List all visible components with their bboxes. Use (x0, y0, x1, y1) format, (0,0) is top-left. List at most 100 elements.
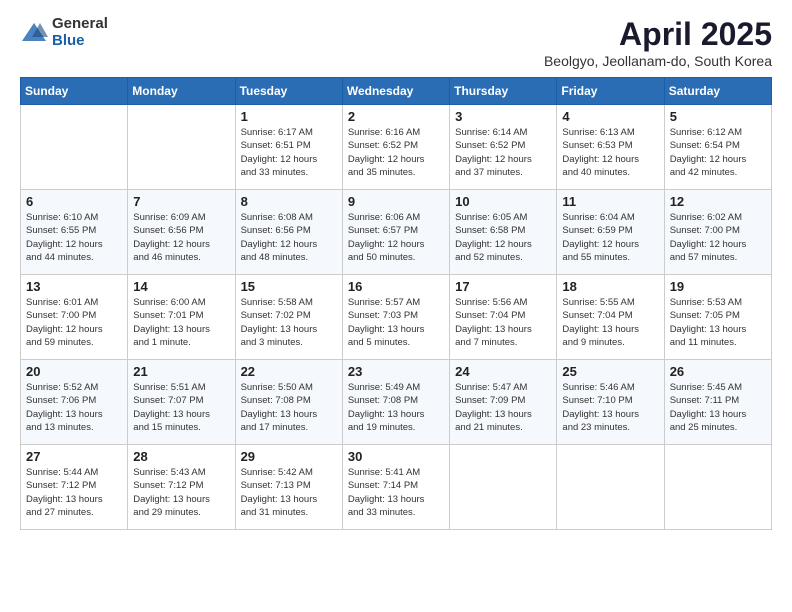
day-info: Sunrise: 6:08 AMSunset: 6:56 PMDaylight:… (241, 211, 337, 264)
day-info: Sunrise: 6:13 AMSunset: 6:53 PMDaylight:… (562, 126, 658, 179)
calendar-cell: 2 Sunrise: 6:16 AMSunset: 6:52 PMDaylight… (342, 105, 449, 190)
header-day-saturday: Saturday (664, 78, 771, 105)
calendar-cell: 9 Sunrise: 6:06 AMSunset: 6:57 PMDaylight… (342, 190, 449, 275)
calendar-subtitle: Beolgyo, Jeollanam-do, South Korea (544, 53, 772, 69)
day-number: 5 (670, 109, 766, 124)
calendar-cell: 23 Sunrise: 5:49 AMSunset: 7:08 PMDayligh… (342, 360, 449, 445)
day-info: Sunrise: 6:16 AMSunset: 6:52 PMDaylight:… (348, 126, 444, 179)
logo-general-text: General (52, 16, 108, 33)
calendar-title: April 2025 (544, 16, 772, 53)
calendar-cell: 5 Sunrise: 6:12 AMSunset: 6:54 PMDaylight… (664, 105, 771, 190)
calendar-cell: 22 Sunrise: 5:50 AMSunset: 7:08 PMDayligh… (235, 360, 342, 445)
day-number: 15 (241, 279, 337, 294)
calendar-cell: 20 Sunrise: 5:52 AMSunset: 7:06 PMDayligh… (21, 360, 128, 445)
header-day-friday: Friday (557, 78, 664, 105)
day-number: 28 (133, 449, 229, 464)
calendar-cell: 10Sunrise: 6:05 AMSunset: 6:58 PMDayligh… (450, 190, 557, 275)
day-number: 6 (26, 194, 122, 209)
day-number: 7 (133, 194, 229, 209)
day-number: 29 (241, 449, 337, 464)
calendar-cell: 21Sunrise: 5:51 AMSunset: 7:07 PMDayligh… (128, 360, 235, 445)
day-number: 2 (348, 109, 444, 124)
day-number: 16 (348, 279, 444, 294)
calendar-cell (450, 445, 557, 530)
logo-text: General Blue (52, 16, 108, 49)
calendar-cell: 3Sunrise: 6:14 AMSunset: 6:52 PMDaylight… (450, 105, 557, 190)
header-day-monday: Monday (128, 78, 235, 105)
day-info: Sunrise: 6:04 AMSunset: 6:59 PMDaylight:… (562, 211, 658, 264)
header-day-thursday: Thursday (450, 78, 557, 105)
calendar-header: SundayMondayTuesdayWednesdayThursdayFrid… (21, 78, 772, 105)
day-info: Sunrise: 5:47 AMSunset: 7:09 PMDaylight:… (455, 381, 551, 434)
day-number: 13 (26, 279, 122, 294)
day-info: Sunrise: 6:10 AMSunset: 6:55 PMDaylight:… (26, 211, 122, 264)
calendar-cell (664, 445, 771, 530)
header-day-sunday: Sunday (21, 78, 128, 105)
calendar-cell: 27Sunrise: 5:44 AMSunset: 7:12 PMDayligh… (21, 445, 128, 530)
calendar-cell (557, 445, 664, 530)
day-number: 1 (241, 109, 337, 124)
calendar-cell: 11Sunrise: 6:04 AMSunset: 6:59 PMDayligh… (557, 190, 664, 275)
day-number: 20 (26, 364, 122, 379)
header-day-tuesday: Tuesday (235, 78, 342, 105)
day-number: 26 (670, 364, 766, 379)
calendar-cell: 19 Sunrise: 5:53 AMSunset: 7:05 PMDayligh… (664, 275, 771, 360)
day-info: Sunrise: 6:12 AMSunset: 6:54 PMDaylight:… (670, 126, 766, 179)
calendar-week-3: 13 Sunrise: 6:01 AMSunset: 7:00 PMDayligh… (21, 275, 772, 360)
day-info: Sunrise: 5:55 AMSunset: 7:04 PMDaylight:… (562, 296, 658, 349)
day-number: 23 (348, 364, 444, 379)
calendar-cell: 14Sunrise: 6:00 AMSunset: 7:01 PMDayligh… (128, 275, 235, 360)
day-info: Sunrise: 5:57 AMSunset: 7:03 PMDaylight:… (348, 296, 444, 349)
day-info: Sunrise: 5:49 AMSunset: 7:08 PMDaylight:… (348, 381, 444, 434)
logo: General Blue (20, 16, 108, 49)
calendar-cell: 25Sunrise: 5:46 AMSunset: 7:10 PMDayligh… (557, 360, 664, 445)
day-number: 30 (348, 449, 444, 464)
calendar-cell: 6 Sunrise: 6:10 AMSunset: 6:55 PMDaylight… (21, 190, 128, 275)
day-info: Sunrise: 5:53 AMSunset: 7:05 PMDaylight:… (670, 296, 766, 349)
day-info: Sunrise: 5:41 AMSunset: 7:14 PMDaylight:… (348, 466, 444, 519)
calendar-week-5: 27Sunrise: 5:44 AMSunset: 7:12 PMDayligh… (21, 445, 772, 530)
day-number: 8 (241, 194, 337, 209)
calendar-cell: 7 Sunrise: 6:09 AMSunset: 6:56 PMDaylight… (128, 190, 235, 275)
calendar-body: 1 Sunrise: 6:17 AMSunset: 6:51 PMDaylight… (21, 105, 772, 530)
header-day-wednesday: Wednesday (342, 78, 449, 105)
calendar-cell: 4Sunrise: 6:13 AMSunset: 6:53 PMDaylight… (557, 105, 664, 190)
calendar-table: SundayMondayTuesdayWednesdayThursdayFrid… (20, 77, 772, 530)
day-number: 17 (455, 279, 551, 294)
calendar-cell: 28 Sunrise: 5:43 AMSunset: 7:12 PMDayligh… (128, 445, 235, 530)
calendar-cell: 30 Sunrise: 5:41 AMSunset: 7:14 PMDayligh… (342, 445, 449, 530)
day-info: Sunrise: 5:43 AMSunset: 7:12 PMDaylight:… (133, 466, 229, 519)
day-number: 24 (455, 364, 551, 379)
day-info: Sunrise: 6:05 AMSunset: 6:58 PMDaylight:… (455, 211, 551, 264)
day-number: 25 (562, 364, 658, 379)
day-info: Sunrise: 6:06 AMSunset: 6:57 PMDaylight:… (348, 211, 444, 264)
day-info: Sunrise: 6:17 AMSunset: 6:51 PMDaylight:… (241, 126, 337, 179)
day-info: Sunrise: 6:02 AMSunset: 7:00 PMDaylight:… (670, 211, 766, 264)
day-info: Sunrise: 5:50 AMSunset: 7:08 PMDaylight:… (241, 381, 337, 434)
day-info: Sunrise: 5:45 AMSunset: 7:11 PMDaylight:… (670, 381, 766, 434)
day-number: 9 (348, 194, 444, 209)
calendar-cell (128, 105, 235, 190)
calendar-week-4: 20 Sunrise: 5:52 AMSunset: 7:06 PMDayligh… (21, 360, 772, 445)
day-info: Sunrise: 5:42 AMSunset: 7:13 PMDaylight:… (241, 466, 337, 519)
day-info: Sunrise: 5:51 AMSunset: 7:07 PMDaylight:… (133, 381, 229, 434)
calendar-cell: 15 Sunrise: 5:58 AMSunset: 7:02 PMDayligh… (235, 275, 342, 360)
logo-blue-text: Blue (52, 33, 108, 50)
day-info: Sunrise: 6:01 AMSunset: 7:00 PMDaylight:… (26, 296, 122, 349)
day-number: 14 (133, 279, 229, 294)
day-number: 19 (670, 279, 766, 294)
day-info: Sunrise: 5:52 AMSunset: 7:06 PMDaylight:… (26, 381, 122, 434)
day-info: Sunrise: 6:09 AMSunset: 6:56 PMDaylight:… (133, 211, 229, 264)
day-number: 22 (241, 364, 337, 379)
header-row: SundayMondayTuesdayWednesdayThursdayFrid… (21, 78, 772, 105)
day-info: Sunrise: 5:58 AMSunset: 7:02 PMDaylight:… (241, 296, 337, 349)
day-number: 27 (26, 449, 122, 464)
calendar-cell: 26 Sunrise: 5:45 AMSunset: 7:11 PMDayligh… (664, 360, 771, 445)
day-info: Sunrise: 5:56 AMSunset: 7:04 PMDaylight:… (455, 296, 551, 349)
calendar-cell: 12Sunrise: 6:02 AMSunset: 7:00 PMDayligh… (664, 190, 771, 275)
calendar-cell (21, 105, 128, 190)
logo-icon (20, 19, 48, 47)
calendar-cell: 1 Sunrise: 6:17 AMSunset: 6:51 PMDaylight… (235, 105, 342, 190)
day-number: 18 (562, 279, 658, 294)
calendar-cell: 29 Sunrise: 5:42 AMSunset: 7:13 PMDayligh… (235, 445, 342, 530)
